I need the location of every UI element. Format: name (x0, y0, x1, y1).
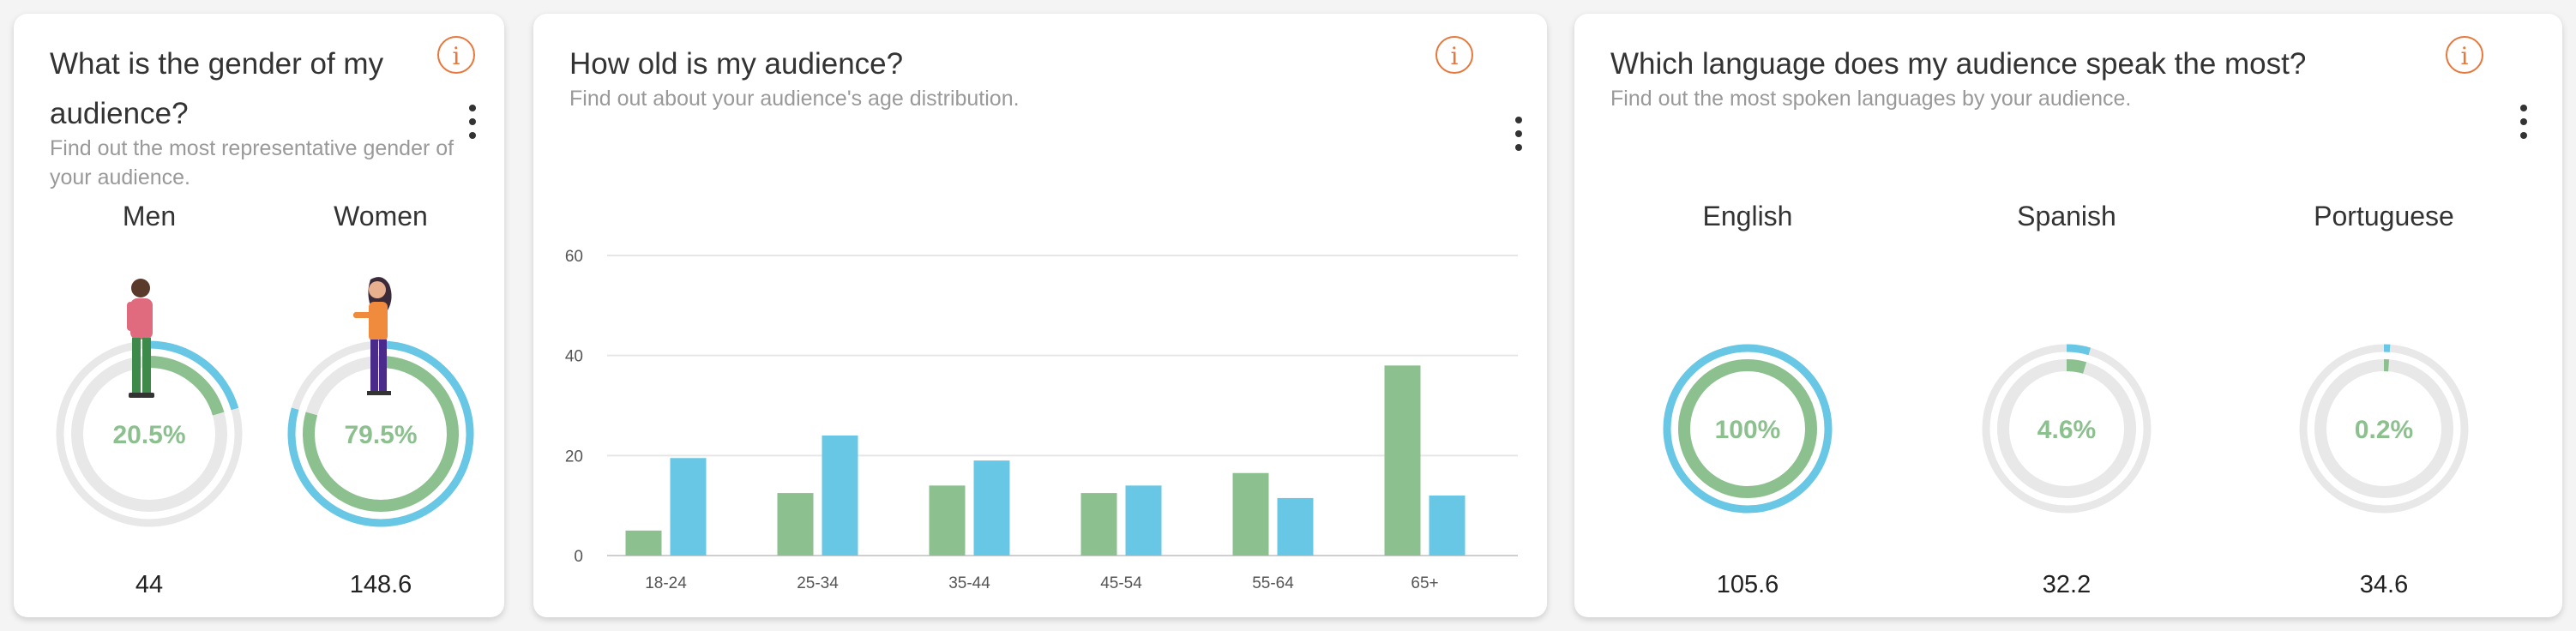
language-card: Which language does my audience speak th… (1574, 14, 2562, 617)
language-value-english: 105.6 (1716, 571, 1779, 598)
language-ring-english: 100% (1663, 344, 1833, 514)
language-value-portuguese: 34.6 (2359, 571, 2409, 598)
info-icon[interactable]: i (2446, 36, 2483, 74)
language-ring-spanish: 4.6% (1982, 344, 2152, 514)
gender-value-women: 148.6 (349, 571, 412, 598)
ring-percent-label: 100% (1715, 416, 1781, 444)
bar-18-24-series-1[interactable] (625, 530, 662, 556)
more-options-icon[interactable] (2518, 105, 2530, 139)
gender-card: What is the gender of my audience? Find … (14, 14, 504, 617)
language-label-portuguese: Portuguese (2314, 201, 2454, 231)
bar-65+-series-2[interactable] (1429, 496, 1466, 556)
language-title: Which language does my audience speak th… (1610, 47, 2307, 81)
bar-65+-series-1[interactable] (1384, 365, 1421, 556)
gender-title: What is the gender of my audience? (50, 47, 384, 130)
language-label-english: English (1702, 201, 1793, 231)
x-tick-label: 35-44 (948, 574, 990, 592)
x-tick-label: 65+ (1411, 574, 1438, 592)
info-icon[interactable]: i (437, 36, 475, 74)
y-tick-label: 60 (565, 248, 583, 266)
language-value-spanish: 32.2 (2042, 571, 2091, 598)
x-tick-label: 45-54 (1100, 574, 1142, 592)
language-label-spanish: Spanish (2017, 201, 2116, 231)
x-tick-label: 18-24 (645, 574, 687, 592)
x-tick-label: 55-64 (1252, 574, 1294, 592)
ring-percent-label: 4.6% (2037, 416, 2096, 444)
bar-25-34-series-2[interactable] (822, 436, 858, 556)
man-illustration-icon (127, 279, 154, 398)
bar-35-44-series-1[interactable] (929, 485, 966, 556)
age-card: How old is my audience? Find out about y… (533, 14, 1547, 617)
y-tick-label: 0 (574, 548, 583, 566)
ring-percent-label: 20.5% (112, 421, 185, 449)
bar-18-24-series-2[interactable] (670, 458, 707, 556)
bar-45-54-series-2[interactable] (1125, 485, 1162, 556)
language-subtitle: Find out the most spoken languages by yo… (1610, 87, 2132, 111)
gender-label-women: Women (334, 201, 428, 231)
language-ring-portuguese: 0.2% (2299, 344, 2469, 514)
bar-55-64-series-2[interactable] (1277, 497, 1314, 556)
age-bar-chart: 0 20 40 60 18-24 25-34 35-44 45-54 55-64 65+ (565, 248, 1518, 592)
y-tick-label: 40 (565, 348, 583, 366)
bar-55-64-series-1[interactable] (1232, 472, 1269, 556)
ring-percent-label: 0.2% (2355, 416, 2413, 444)
bar-25-34-series-1[interactable] (777, 493, 814, 556)
woman-illustration-icon (353, 277, 392, 395)
gender-value-men: 44 (135, 571, 164, 598)
y-tick-label: 20 (565, 448, 583, 466)
bar-45-54-series-1[interactable] (1080, 493, 1117, 556)
gender-label-men: Men (122, 201, 177, 231)
more-options-icon[interactable] (466, 105, 478, 139)
gender-subtitle: Find out the most representative gender … (50, 136, 454, 189)
bar-35-44-series-2[interactable] (973, 460, 1010, 556)
ring-percent-label: 79.5% (344, 421, 417, 449)
x-tick-label: 25-34 (797, 574, 839, 592)
